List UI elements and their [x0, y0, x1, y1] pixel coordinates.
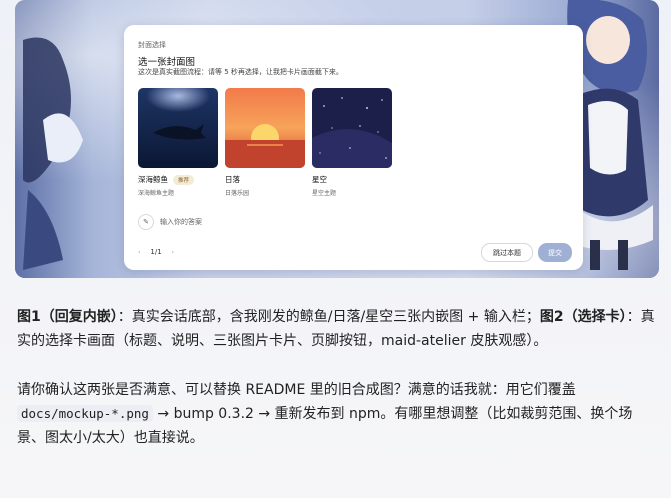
option-name: 深海鲸鱼 [138, 175, 168, 184]
pager: ‹ 1/1 › [138, 248, 174, 256]
skip-button[interactable]: 跳过本题 [481, 243, 533, 262]
page-indicator: 1/1 [150, 248, 162, 256]
recommended-badge: 推荐 [173, 174, 195, 185]
character-left-illustration [23, 37, 83, 270]
fig1-label: 图1（回复内嵌） [17, 309, 118, 325]
submit-button[interactable]: 提交 [538, 243, 572, 262]
option-card-sunset[interactable]: 日落 日落乐园 [225, 88, 305, 197]
starry-sky-image [312, 88, 392, 168]
screenshot-image: 封面选择 选一张封面图 这次是真实截图流程：请等 5 秒再选择，让我把卡片画面截… [15, 0, 659, 278]
confirmation-paragraph: 请你确认这两张是否满意、可以替换 README 里的旧合成图？满意的话我就：用它… [17, 378, 657, 450]
sunset-image [225, 88, 305, 168]
option-name: 星空 [312, 175, 327, 184]
choice-card: 封面选择 选一张封面图 这次是真实截图流程：请等 5 秒再选择，让我把卡片画面截… [124, 25, 583, 270]
pencil-icon: ✎ [138, 214, 154, 230]
answer-placeholder: 输入你的答案 [160, 218, 202, 226]
paragraph-part1: 请你确认这两张是否满意、可以替换 README 里的旧合成图？满意的话我就：用它… [17, 382, 576, 398]
figure-caption: 图1（回复内嵌）：真实会话底部，含我刚发的鲸鱼/日落/星空三张内嵌图 + 输入栏… [17, 305, 657, 353]
next-page-icon[interactable]: › [172, 249, 174, 256]
whale-image [138, 88, 218, 168]
prev-page-icon[interactable]: ‹ [138, 249, 140, 256]
answer-input[interactable]: ✎ 输入你的答案 [138, 214, 202, 230]
fig2-label: 图2（选择卡） [539, 309, 627, 325]
card-description: 这次是真实截图流程：请等 5 秒再选择，让我把卡片画面截下来。 [138, 68, 343, 76]
card-kicker: 封面选择 [138, 41, 166, 49]
option-subtitle: 日落乐园 [225, 190, 250, 197]
option-subtitle: 深海鲸鱼主题 [138, 190, 175, 197]
option-card-starry-sky[interactable]: 星空 星空主题 [312, 88, 392, 197]
inline-code-path: docs/mockup-*.png [17, 405, 153, 422]
option-card-whale[interactable]: 深海鲸鱼 推荐 深海鲸鱼主题 [138, 88, 218, 197]
fig1-text: ：真实会话底部，含我刚发的鲸鱼/日落/星空三张内嵌图 + 输入栏； [117, 309, 540, 325]
card-title: 选一张封面图 [138, 57, 196, 68]
option-subtitle: 星空主题 [312, 190, 337, 197]
option-name: 日落 [225, 175, 240, 184]
